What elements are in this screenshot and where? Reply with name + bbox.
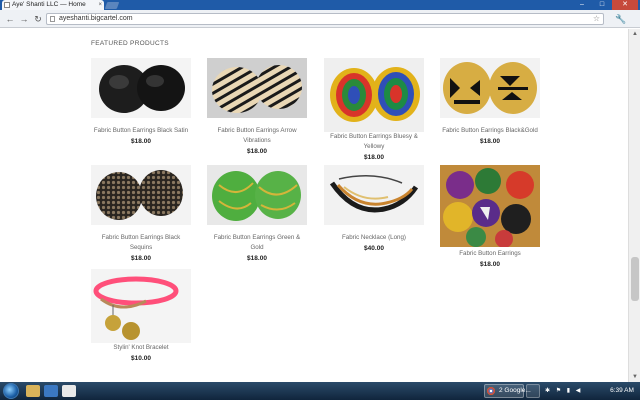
product-image[interactable]: [440, 58, 540, 118]
product-price: $18.00: [131, 255, 151, 262]
product-price: $18.00: [480, 138, 500, 145]
system-tray: ✱ ⚑ ▮ ◀: [545, 382, 584, 400]
page-favicon-icon: [4, 2, 10, 8]
taskbar-window-button[interactable]: [526, 384, 540, 398]
screen: Aye' Shanti LLC — Home × – □ ✕ ← → ↻ aye…: [0, 0, 640, 400]
product-card[interactable]: Fabric Button Earrings Black Satin $18.0…: [91, 58, 191, 145]
explorer-icon[interactable]: [26, 385, 40, 397]
product-name[interactable]: Stylin' Knot Bracelet: [91, 343, 191, 353]
clock[interactable]: 6:39 AM: [608, 382, 636, 400]
product-price: $40.00: [364, 245, 384, 252]
product-card[interactable]: Fabric Button Earrings Arrow Vibrations …: [207, 58, 307, 155]
product-price: $18.00: [364, 154, 384, 161]
taskbar-chrome-button[interactable]: 2 Google...: [484, 384, 531, 398]
product-image[interactable]: [324, 58, 424, 132]
product-name[interactable]: Fabric Button Earrings Black Satin: [91, 126, 191, 136]
product-card[interactable]: Fabric Button Earrings Black Sequins $18…: [91, 165, 191, 262]
product-name[interactable]: Fabric Button Earrings Black Sequins: [91, 233, 191, 253]
media-icon[interactable]: [44, 385, 58, 397]
page-icon: [50, 16, 55, 22]
scroll-up-icon[interactable]: ▲: [629, 29, 640, 39]
volume-icon[interactable]: ◀: [576, 382, 581, 400]
wrench-menu-icon[interactable]: 🔧: [614, 13, 628, 25]
os-taskbar: 2 Google... ✱ ⚑ ▮ ◀ 6:39 AM: [0, 382, 640, 400]
product-image[interactable]: [440, 165, 540, 247]
scroll-thumb[interactable]: [631, 257, 639, 301]
product-image[interactable]: [324, 165, 424, 225]
url-text: ayeshanti.bigcartel.com: [59, 15, 133, 22]
start-button[interactable]: [3, 383, 19, 399]
tab-title: Aye' Shanti LLC — Home: [12, 1, 86, 8]
product-image[interactable]: [207, 58, 307, 118]
product-card[interactable]: Fabric Button Earrings Black&Gold $18.00: [440, 58, 540, 145]
maximize-button[interactable]: □: [592, 0, 612, 10]
forward-button[interactable]: →: [18, 13, 30, 25]
bluetooth-icon[interactable]: ✱: [545, 382, 550, 400]
tab-strip: Aye' Shanti LLC — Home × – □ ✕: [0, 0, 640, 10]
product-name[interactable]: Fabric Button Earrings Bluesy & Yellowy: [324, 132, 424, 152]
address-bar[interactable]: ayeshanti.bigcartel.com ☆: [46, 13, 604, 25]
product-price: $18.00: [131, 138, 151, 145]
tab-close-icon[interactable]: ×: [98, 0, 102, 10]
minimize-button[interactable]: –: [572, 0, 592, 10]
page-content: FEATURED PRODUCTS Fabric Button Earrings…: [0, 29, 628, 382]
flag-icon[interactable]: ⚑: [556, 382, 561, 400]
product-card[interactable]: Fabric Necklace (Long) $40.00: [324, 165, 424, 252]
product-card[interactable]: Fabric Button Earrings $18.00: [440, 165, 540, 268]
new-tab-button[interactable]: [104, 2, 120, 9]
product-name[interactable]: Fabric Button Earrings Green & Gold: [207, 233, 307, 253]
browser-toolbar: ← → ↻ ayeshanti.bigcartel.com ☆ 🔧: [0, 10, 640, 28]
scroll-down-icon[interactable]: ▼: [629, 372, 640, 382]
back-button[interactable]: ←: [4, 13, 16, 25]
product-price: $18.00: [480, 261, 500, 268]
product-image[interactable]: [91, 58, 191, 118]
product-image[interactable]: [91, 165, 191, 225]
product-price: $18.00: [247, 255, 267, 262]
window-controls: – □ ✕: [572, 0, 638, 10]
product-card[interactable]: Fabric Button Earrings Bluesy & Yellowy …: [324, 58, 424, 161]
app-icon[interactable]: [62, 385, 76, 397]
product-card[interactable]: Stylin' Knot Bracelet $10.00: [91, 269, 191, 362]
product-name[interactable]: Fabric Button Earrings Arrow Vibrations: [207, 126, 307, 146]
section-title: FEATURED PRODUCTS: [91, 40, 169, 47]
product-card[interactable]: Fabric Button Earrings Green & Gold $18.…: [207, 165, 307, 262]
chrome-icon: [487, 387, 495, 395]
reload-button[interactable]: ↻: [32, 13, 44, 25]
bookmark-star-icon[interactable]: ☆: [593, 14, 600, 24]
product-name[interactable]: Fabric Necklace (Long): [324, 233, 424, 243]
product-price: $10.00: [131, 355, 151, 362]
network-icon[interactable]: ▮: [567, 382, 570, 400]
product-name[interactable]: Fabric Button Earrings: [440, 249, 540, 259]
product-name[interactable]: Fabric Button Earrings Black&Gold: [440, 126, 540, 136]
product-image[interactable]: [91, 269, 191, 343]
product-image[interactable]: [207, 165, 307, 225]
page-scrollbar[interactable]: ▲ ▼: [628, 29, 640, 382]
product-price: $18.00: [247, 148, 267, 155]
browser-tab[interactable]: Aye' Shanti LLC — Home ×: [2, 0, 104, 10]
close-window-button[interactable]: ✕: [612, 0, 638, 10]
